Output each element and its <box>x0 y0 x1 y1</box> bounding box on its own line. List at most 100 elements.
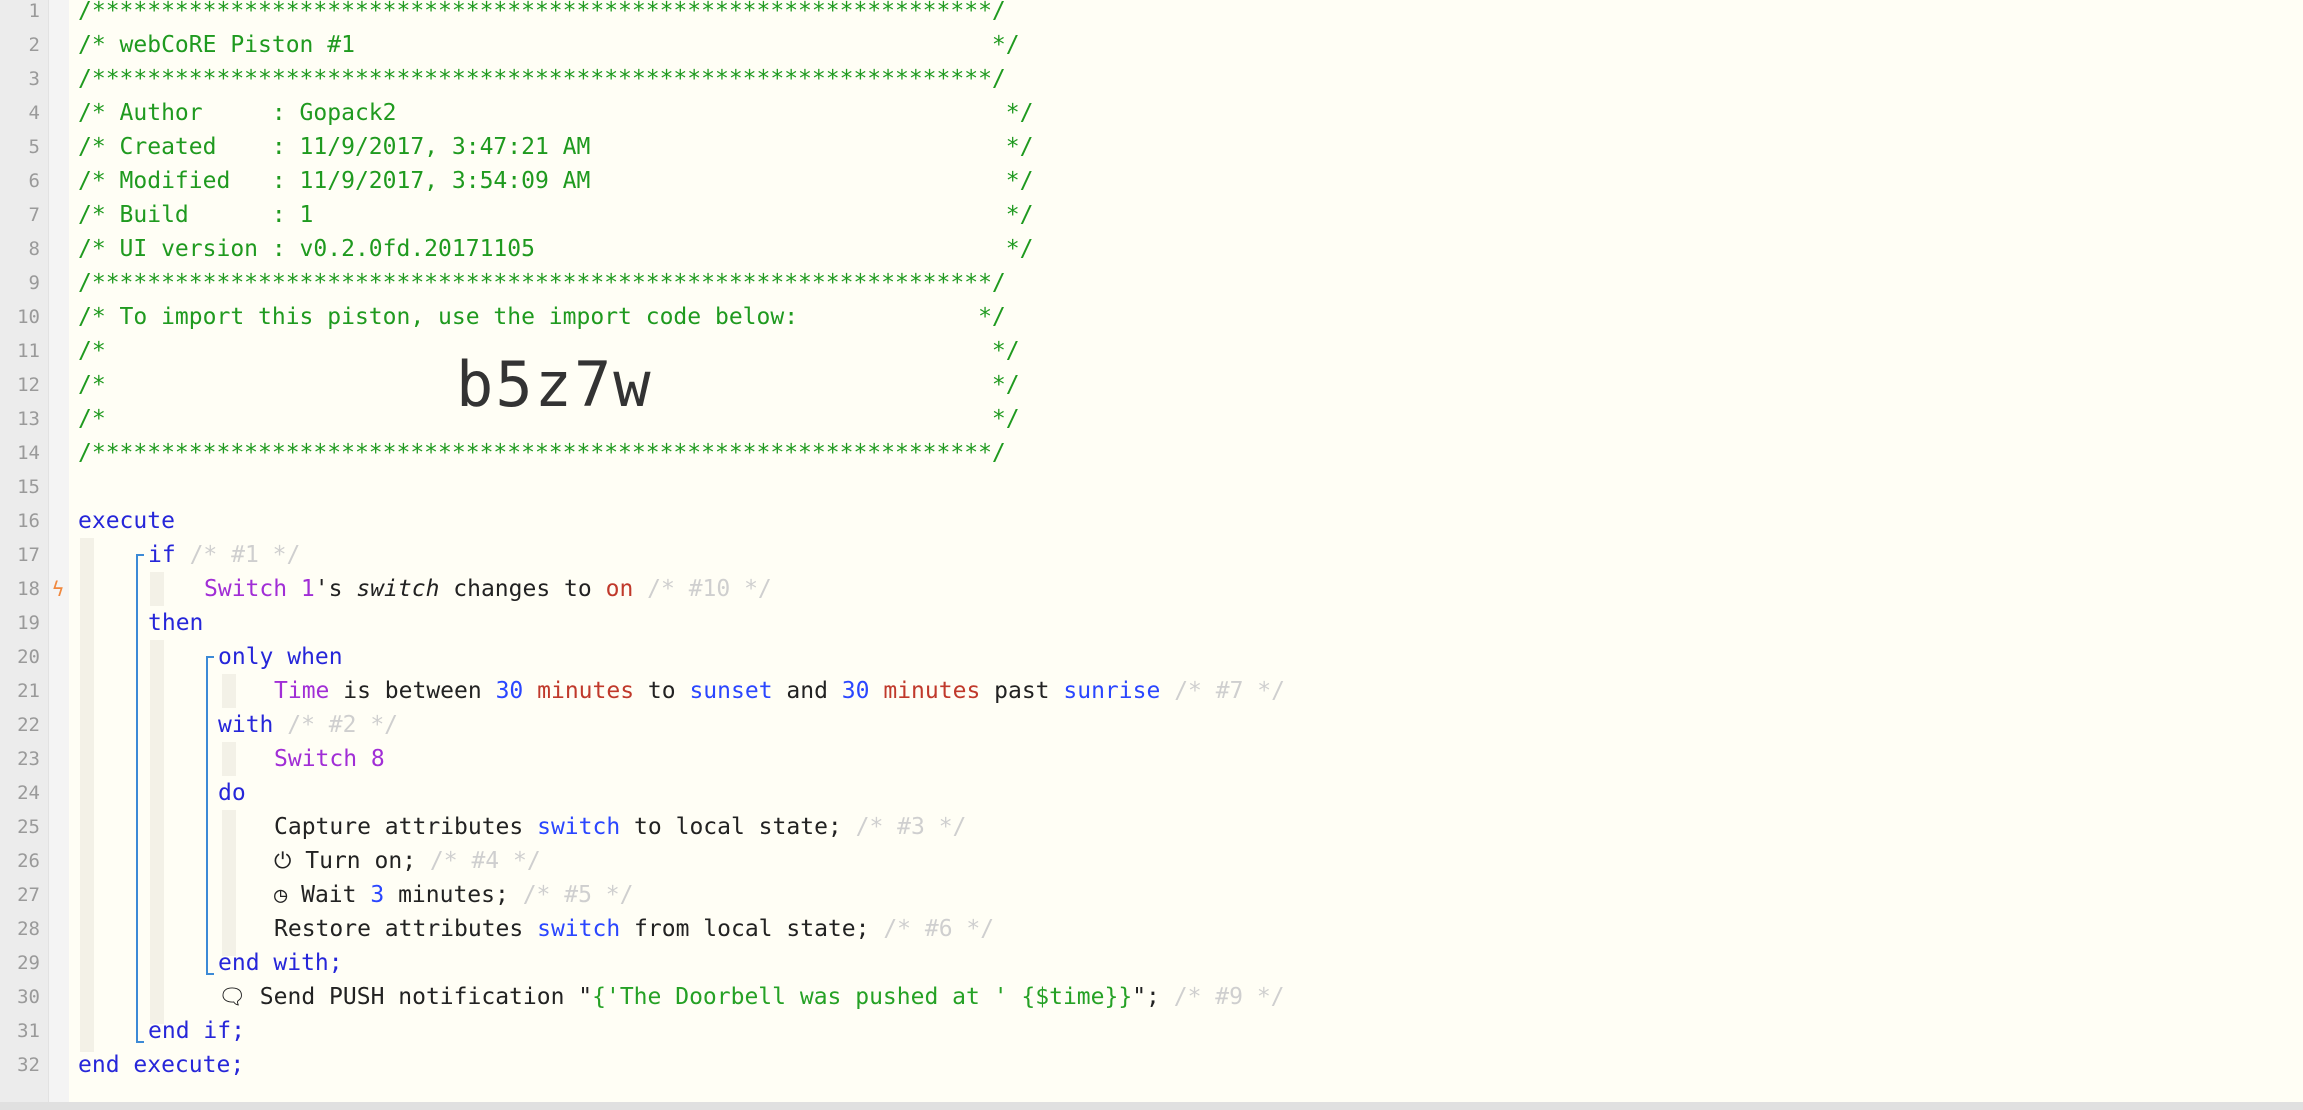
do-line[interactable]: do <box>218 776 246 810</box>
header-border: /***************************************… <box>78 440 1006 466</box>
line-number: 1 <box>28 0 40 22</box>
time-condition[interactable]: Time is between 30 minutes to sunset and… <box>274 674 1285 708</box>
with-bracket-bottom <box>206 973 214 975</box>
end-execute-keyword[interactable]: end execute; <box>78 1052 244 1078</box>
offset-unit: minutes <box>537 678 635 704</box>
sunset-value: sunset <box>689 678 773 704</box>
wait-duration: 3 <box>370 882 385 908</box>
device-name[interactable]: Switch 8 <box>274 746 385 772</box>
trigger-value: on <box>605 576 634 602</box>
time-operand[interactable]: Time <box>274 678 329 704</box>
indent-guide <box>222 742 236 776</box>
then-line[interactable]: then <box>148 606 203 640</box>
line-number: 31 <box>17 1020 40 1042</box>
connector: and <box>772 678 842 704</box>
line-number: 4 <box>28 102 40 124</box>
header-import-note: /* To import this piston, use the import… <box>78 304 1006 330</box>
end-execute-line[interactable]: end execute; <box>78 1048 244 1082</box>
statement-id: /* #1 */ <box>189 542 301 568</box>
line-number: 20 <box>17 646 40 668</box>
statement-id: /* #3 */ <box>855 814 967 840</box>
indent-guide <box>222 810 236 956</box>
line-number: 12 <box>17 374 40 396</box>
statement-id: /* #2 */ <box>287 712 399 738</box>
lightning-icon: ϟ <box>51 577 65 601</box>
possessive: 's <box>314 576 357 602</box>
line-number: 9 <box>28 272 40 294</box>
line-number: 16 <box>17 510 40 532</box>
task-text: Turn on; <box>305 848 417 874</box>
indent-guide <box>150 572 164 606</box>
end-if-line[interactable]: end if; <box>148 1014 245 1048</box>
line-number: 2 <box>28 34 40 56</box>
if-line[interactable]: if /* #1 */ <box>148 538 300 572</box>
task-text: Wait <box>301 882 371 908</box>
turn-on-task[interactable]: ⏻ Turn on; /* #4 */ <box>274 844 541 878</box>
task-text: to local state; <box>620 814 842 840</box>
with-device-line[interactable]: Switch 8 <box>274 742 385 776</box>
line-number: 14 <box>17 442 40 464</box>
header-border: /***************************************… <box>78 270 1006 296</box>
execute-keyword[interactable]: execute <box>78 508 175 534</box>
execute-line[interactable]: execute <box>78 504 175 538</box>
line-number: 17 <box>17 544 40 566</box>
notification-message: {'The Doorbell was pushed at ' {$time}} <box>592 984 1133 1010</box>
line-number: 7 <box>28 204 40 226</box>
operator: is between <box>329 678 496 704</box>
task-text: minutes; <box>384 882 509 908</box>
with-line[interactable]: with /* #2 */ <box>218 708 398 742</box>
sunrise-value: sunrise <box>1063 678 1161 704</box>
attribute-name: switch <box>356 576 440 602</box>
line-number: 28 <box>17 918 40 940</box>
if-bracket-top <box>136 554 144 556</box>
end-if-keyword[interactable]: end if; <box>148 1018 245 1044</box>
line-number: 13 <box>17 408 40 430</box>
capture-task[interactable]: Capture attributes switch to local state… <box>274 810 966 844</box>
indent-guide <box>80 538 94 1052</box>
code-editor[interactable]: 1 2 3 4 5 6 7 8 9 10 11 12 13 14 15 16 1… <box>0 0 2303 1110</box>
line-number: 27 <box>17 884 40 906</box>
if-bracket-bottom <box>136 1041 144 1043</box>
attribute-name: switch <box>537 814 621 840</box>
connector: past <box>980 678 1064 704</box>
device-name[interactable]: Switch 1 <box>204 576 315 602</box>
line-number: 23 <box>17 748 40 770</box>
line-number: 32 <box>17 1054 40 1076</box>
with-keyword[interactable]: with <box>218 712 273 738</box>
horizontal-scrollbar[interactable] <box>0 1102 2303 1110</box>
connector: to <box>634 678 690 704</box>
header-title: /* webCoRE Piston #1 */ <box>78 32 1020 58</box>
task-text: Send PUSH notification " <box>259 984 593 1010</box>
header-modified: /* Modified : 11/9/2017, 3:54:09 AM */ <box>78 168 1034 194</box>
with-bracket-top <box>206 656 214 658</box>
only-when-keyword[interactable]: only when <box>218 644 343 670</box>
line-number: 25 <box>17 816 40 838</box>
end-with-line[interactable]: end with; <box>218 946 343 980</box>
restore-task[interactable]: Restore attributes switch from local sta… <box>274 912 994 946</box>
line-number: 5 <box>28 136 40 158</box>
wait-task[interactable]: ◷ Wait 3 minutes; /* #5 */ <box>274 878 633 912</box>
only-when-line[interactable]: only when <box>218 640 343 674</box>
header-border: /***************************************… <box>78 0 1006 24</box>
statement-id: /* #6 */ <box>883 916 995 942</box>
task-text: Restore attributes <box>274 916 538 942</box>
line-number: 19 <box>17 612 40 634</box>
then-keyword[interactable]: then <box>148 610 203 636</box>
statement-id: /* #5 */ <box>522 882 634 908</box>
line-number: 8 <box>28 238 40 260</box>
header-empty-line: /* */ <box>78 406 1020 432</box>
line-number: 15 <box>17 476 40 498</box>
line-number: 26 <box>17 850 40 872</box>
push-notification-task[interactable]: 🗨 Send PUSH notification "{'The Doorbell… <box>218 980 1285 1014</box>
line-number: 24 <box>17 782 40 804</box>
operator: changes to <box>439 576 606 602</box>
end-with-keyword[interactable]: end with; <box>218 950 343 976</box>
indent-guide <box>150 640 164 1024</box>
line-number: 18 <box>17 578 40 600</box>
header-created: /* Created : 11/9/2017, 3:47:21 AM */ <box>78 134 1034 160</box>
if-keyword[interactable]: if <box>148 542 176 568</box>
power-icon: ⏻ <box>274 849 292 874</box>
do-keyword[interactable]: do <box>218 780 246 806</box>
trigger-condition[interactable]: Switch 1's switch changes to on /* #10 *… <box>204 572 772 606</box>
line-number: 3 <box>28 68 40 90</box>
